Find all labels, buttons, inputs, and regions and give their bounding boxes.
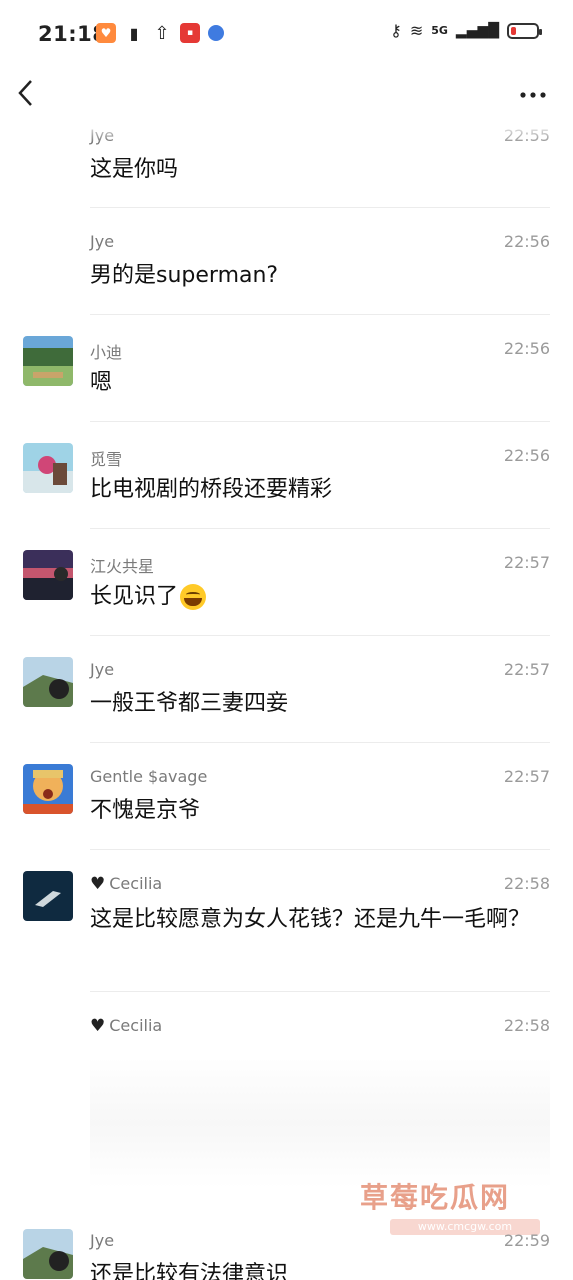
top-bar (0, 70, 573, 122)
black-heart-icon: ♥ (90, 874, 106, 894)
message-image[interactable] (90, 1058, 550, 1188)
divider (90, 314, 550, 315)
sender-name: 江火共星 (90, 557, 155, 576)
wifi-icon: ≋ (409, 21, 424, 40)
avatar[interactable] (23, 443, 73, 493)
network-label: 5G (431, 24, 448, 37)
message-text: 不愧是京爷 (90, 798, 201, 823)
list-item[interactable]: Jye 22:59 还是比较有法律意识 (0, 1229, 573, 1280)
signal-icon: ▂▄▆█ (455, 22, 499, 39)
more-horizontal-icon (520, 92, 546, 98)
more-options-button[interactable] (517, 80, 549, 110)
message-text: 比电视剧的桥段还要精彩 (90, 477, 333, 502)
avatar[interactable] (23, 1229, 73, 1279)
scroll-fade (0, 122, 573, 142)
watermark-title: 草莓吃瓜网 (360, 1181, 511, 1214)
message-text-content: 长见识了 (90, 584, 179, 609)
back-button[interactable] (16, 78, 46, 112)
black-heart-icon: ♥ (90, 1016, 106, 1036)
video-app-icon: ▪ (180, 23, 200, 43)
list-item[interactable]: 江火共星 22:57 长见识了 (0, 550, 573, 640)
sender-name: 觅雪 (90, 450, 123, 469)
message-text: 这是比较愿意为女人花钱？还是九牛一毛啊？ (90, 907, 531, 932)
sender-name: 小迪 (90, 343, 123, 362)
message-time: 22:56 (503, 446, 550, 465)
list-item[interactable]: Jye 22:57 一般王爷都三妻四妾 (0, 657, 573, 747)
divider (90, 849, 550, 850)
sender-name: Jye (90, 660, 115, 679)
list-item[interactable]: Jye 22:56 男的是superman? (0, 229, 573, 319)
avatar[interactable] (23, 764, 73, 814)
message-time: 22:56 (503, 339, 550, 358)
sender-name: ♥ Cecilia (90, 874, 162, 894)
battery-saver-icon: ▮ (129, 23, 139, 43)
message-text: 嗯 (90, 370, 113, 395)
upload-icon: ⇧ (154, 22, 170, 44)
battery-icon (507, 22, 542, 39)
list-item[interactable]: ♥ Cecilia 22:58 这是比较愿意为女人花钱？还是九牛一毛啊？ (0, 871, 573, 996)
message-text: 男的是superman? (90, 263, 279, 288)
laughing-crying-emoji-icon (180, 584, 207, 610)
message-time: 22:58 (503, 1016, 550, 1035)
browser-icon (208, 25, 224, 41)
avatar[interactable] (23, 336, 73, 386)
message-text: 长见识了 (90, 579, 540, 615)
sender-name-text: Cecilia (109, 874, 163, 893)
divider (90, 421, 550, 422)
sender-name: Jye (90, 1231, 115, 1250)
app-notification-icon: ♥ (96, 23, 116, 43)
sender-name-text: Cecilia (109, 1016, 163, 1035)
divider (90, 991, 550, 992)
message-time: 22:59 (503, 1231, 550, 1250)
divider (90, 635, 550, 636)
sender-name: ♥ Cecilia (90, 1016, 162, 1036)
avatar[interactable] (23, 550, 73, 600)
chevron-left-icon (18, 80, 32, 106)
system-icons: ⚷ ≋ 5G ▂▄▆█ (390, 21, 542, 40)
message-time: 22:57 (503, 767, 550, 786)
message-text: 这是你吗 (90, 157, 179, 182)
message-time: 22:57 (503, 660, 550, 679)
message-time: 22:58 (503, 874, 550, 893)
sender-name: Gentle $avage (90, 767, 208, 786)
avatar[interactable] (23, 871, 73, 921)
divider (90, 207, 550, 208)
key-icon: ⚷ (390, 21, 402, 40)
notification-icons: ♥ ▮ ⇧ ▪ (96, 22, 224, 44)
message-text: 还是比较有法律意识 (90, 1262, 289, 1280)
sender-name: Jye (90, 232, 115, 251)
divider (90, 528, 550, 529)
avatar[interactable] (23, 657, 73, 707)
message-time: 22:56 (503, 232, 550, 251)
message-text: 一般王爷都三妻四妾 (90, 691, 289, 716)
message-time: 22:57 (503, 553, 550, 572)
list-item[interactable]: Gentle $avage 22:57 不愧是京爷 (0, 764, 573, 854)
list-item[interactable]: 觅雪 22:56 比电视剧的桥段还要精彩 (0, 443, 573, 533)
status-bar: 21:18 ♥ ▮ ⇧ ▪ ⚷ ≋ 5G ▂▄▆█ (0, 0, 573, 70)
list-item[interactable]: 小迪 22:56 嗯 (0, 336, 573, 426)
divider (90, 742, 550, 743)
